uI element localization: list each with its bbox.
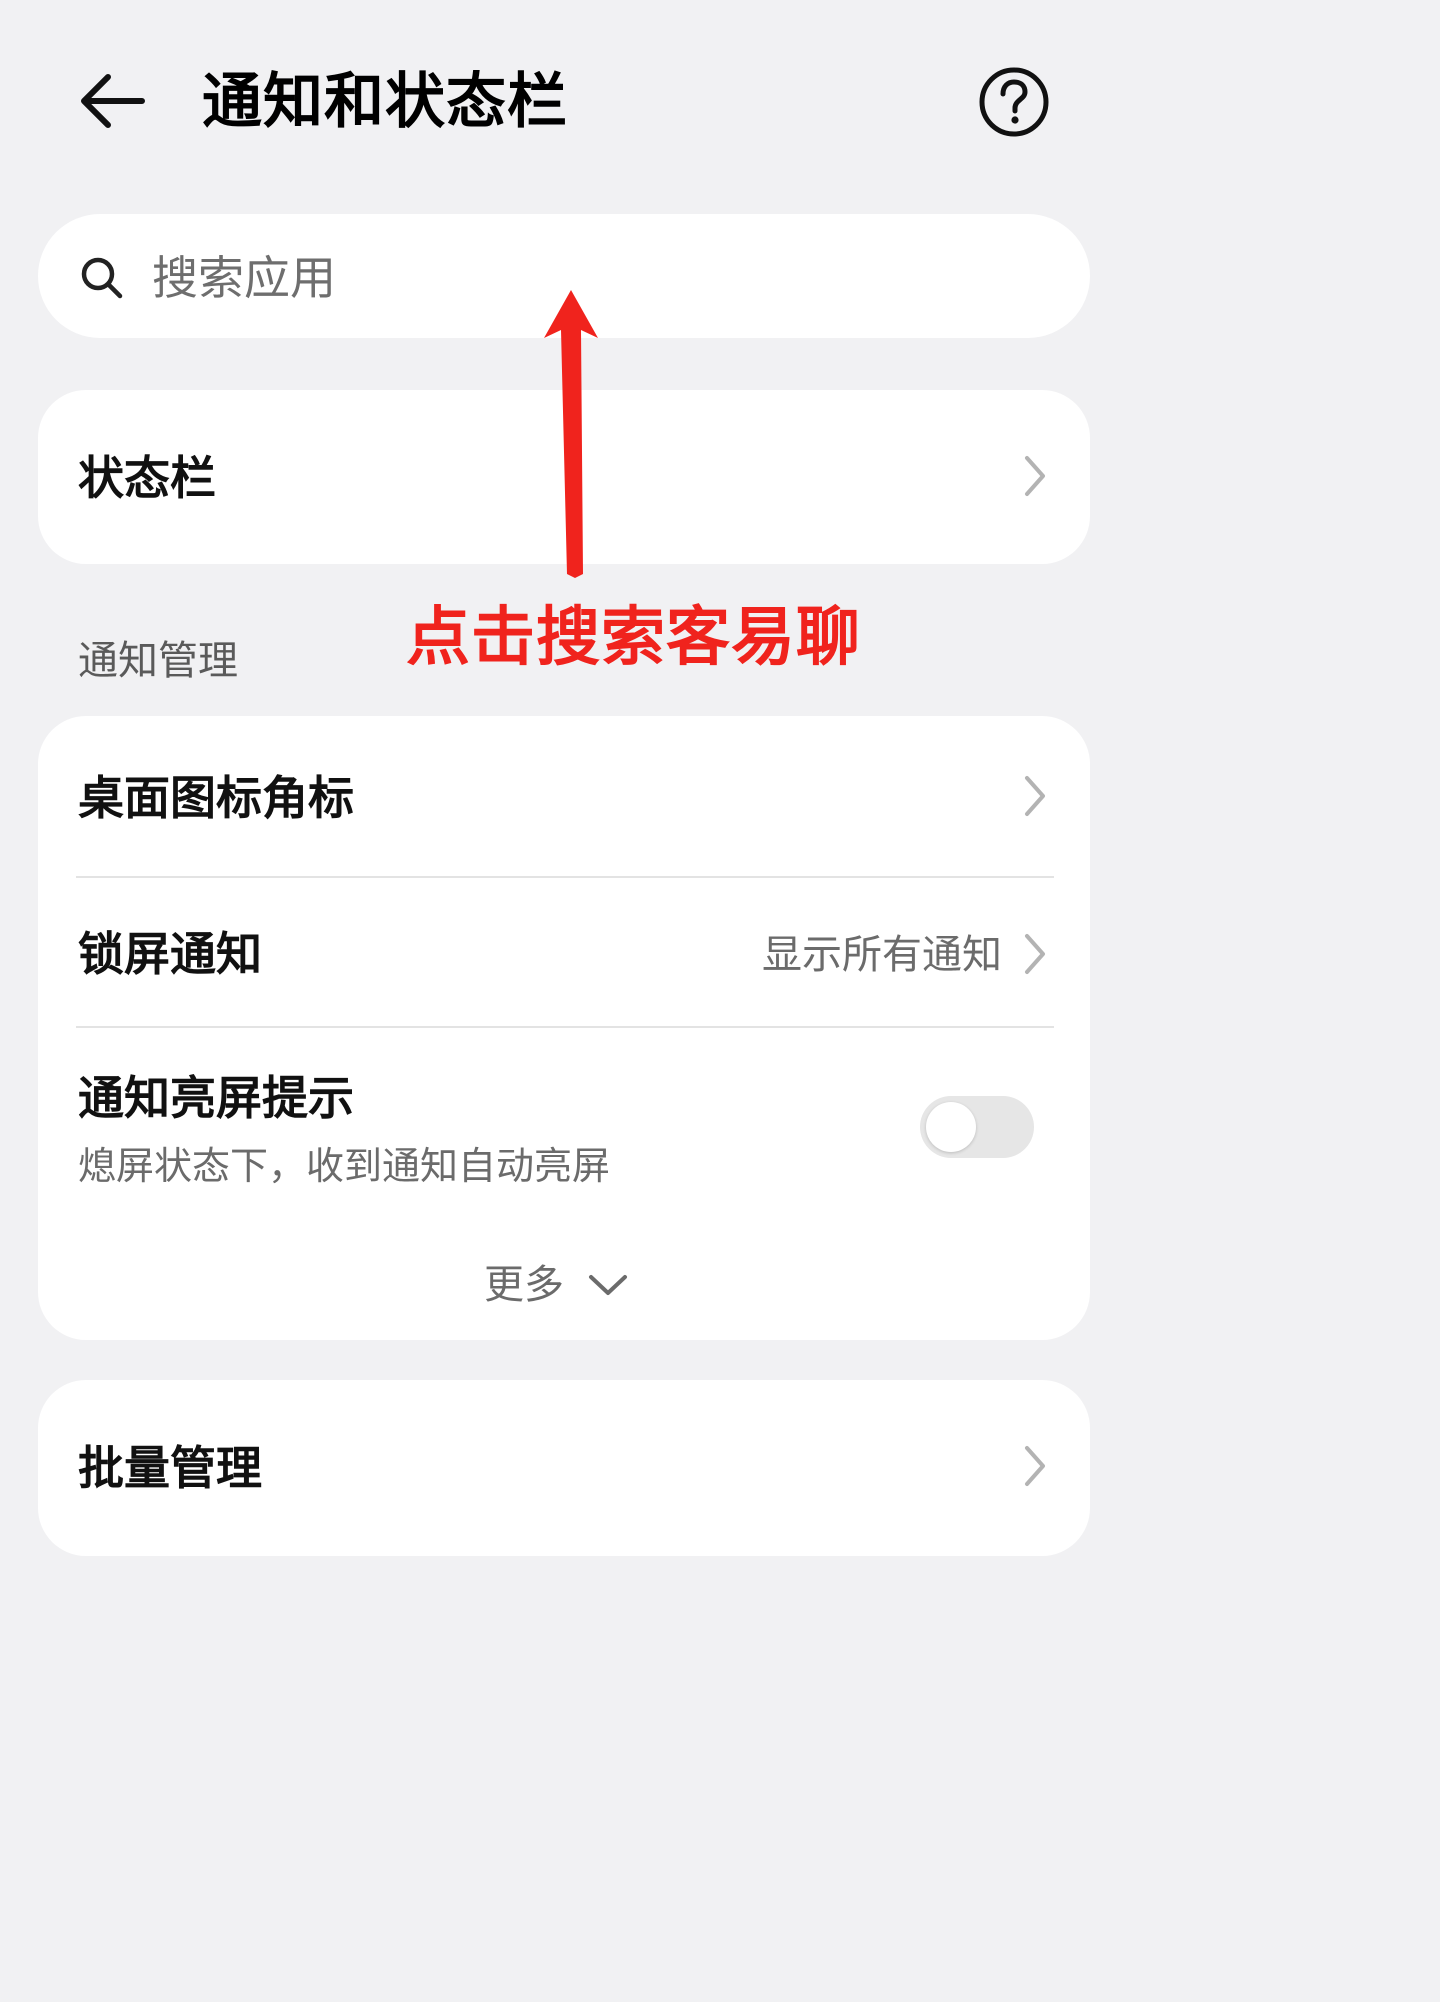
wake-screen-toggle[interactable] bbox=[920, 1096, 1034, 1158]
annotation-arrow-icon bbox=[544, 290, 598, 578]
chevron-right-icon bbox=[1025, 934, 1045, 974]
row-value: 显示所有通知 bbox=[762, 932, 1002, 978]
row-label: 通知亮屏提示 bbox=[78, 1071, 354, 1125]
back-button[interactable] bbox=[72, 66, 152, 136]
row-subtitle: 熄屏状态下，收到通知自动亮屏 bbox=[78, 1144, 611, 1188]
search-icon bbox=[81, 257, 123, 299]
arrow-left-icon bbox=[81, 74, 145, 128]
search-placeholder: 搜索应用 bbox=[152, 251, 336, 305]
page-title: 通知和状态栏 bbox=[202, 67, 568, 137]
divider bbox=[76, 1026, 1054, 1028]
more-button[interactable]: 更多 bbox=[480, 1258, 640, 1314]
row-label: 桌面图标角标 bbox=[78, 771, 354, 825]
row-label: 锁屏通知 bbox=[78, 927, 262, 981]
chevron-right-icon bbox=[1025, 1446, 1045, 1486]
chevron-down-icon bbox=[589, 1275, 627, 1295]
batch-management-label: 批量管理 bbox=[78, 1441, 262, 1495]
more-label: 更多 bbox=[484, 1262, 564, 1308]
question-circle-icon bbox=[979, 67, 1049, 137]
status-bar-label: 状态栏 bbox=[78, 451, 216, 505]
section-label-notification-management: 通知管理 bbox=[78, 638, 238, 684]
chevron-right-icon bbox=[1025, 776, 1045, 816]
title-bar: 通知和状态栏 bbox=[0, 0, 1128, 200]
help-button[interactable] bbox=[978, 66, 1050, 138]
chevron-right-icon bbox=[1025, 456, 1045, 496]
divider bbox=[76, 876, 1054, 878]
toggle-knob bbox=[926, 1102, 976, 1152]
annotation-text: 点击搜索客易聊 bbox=[406, 601, 861, 675]
